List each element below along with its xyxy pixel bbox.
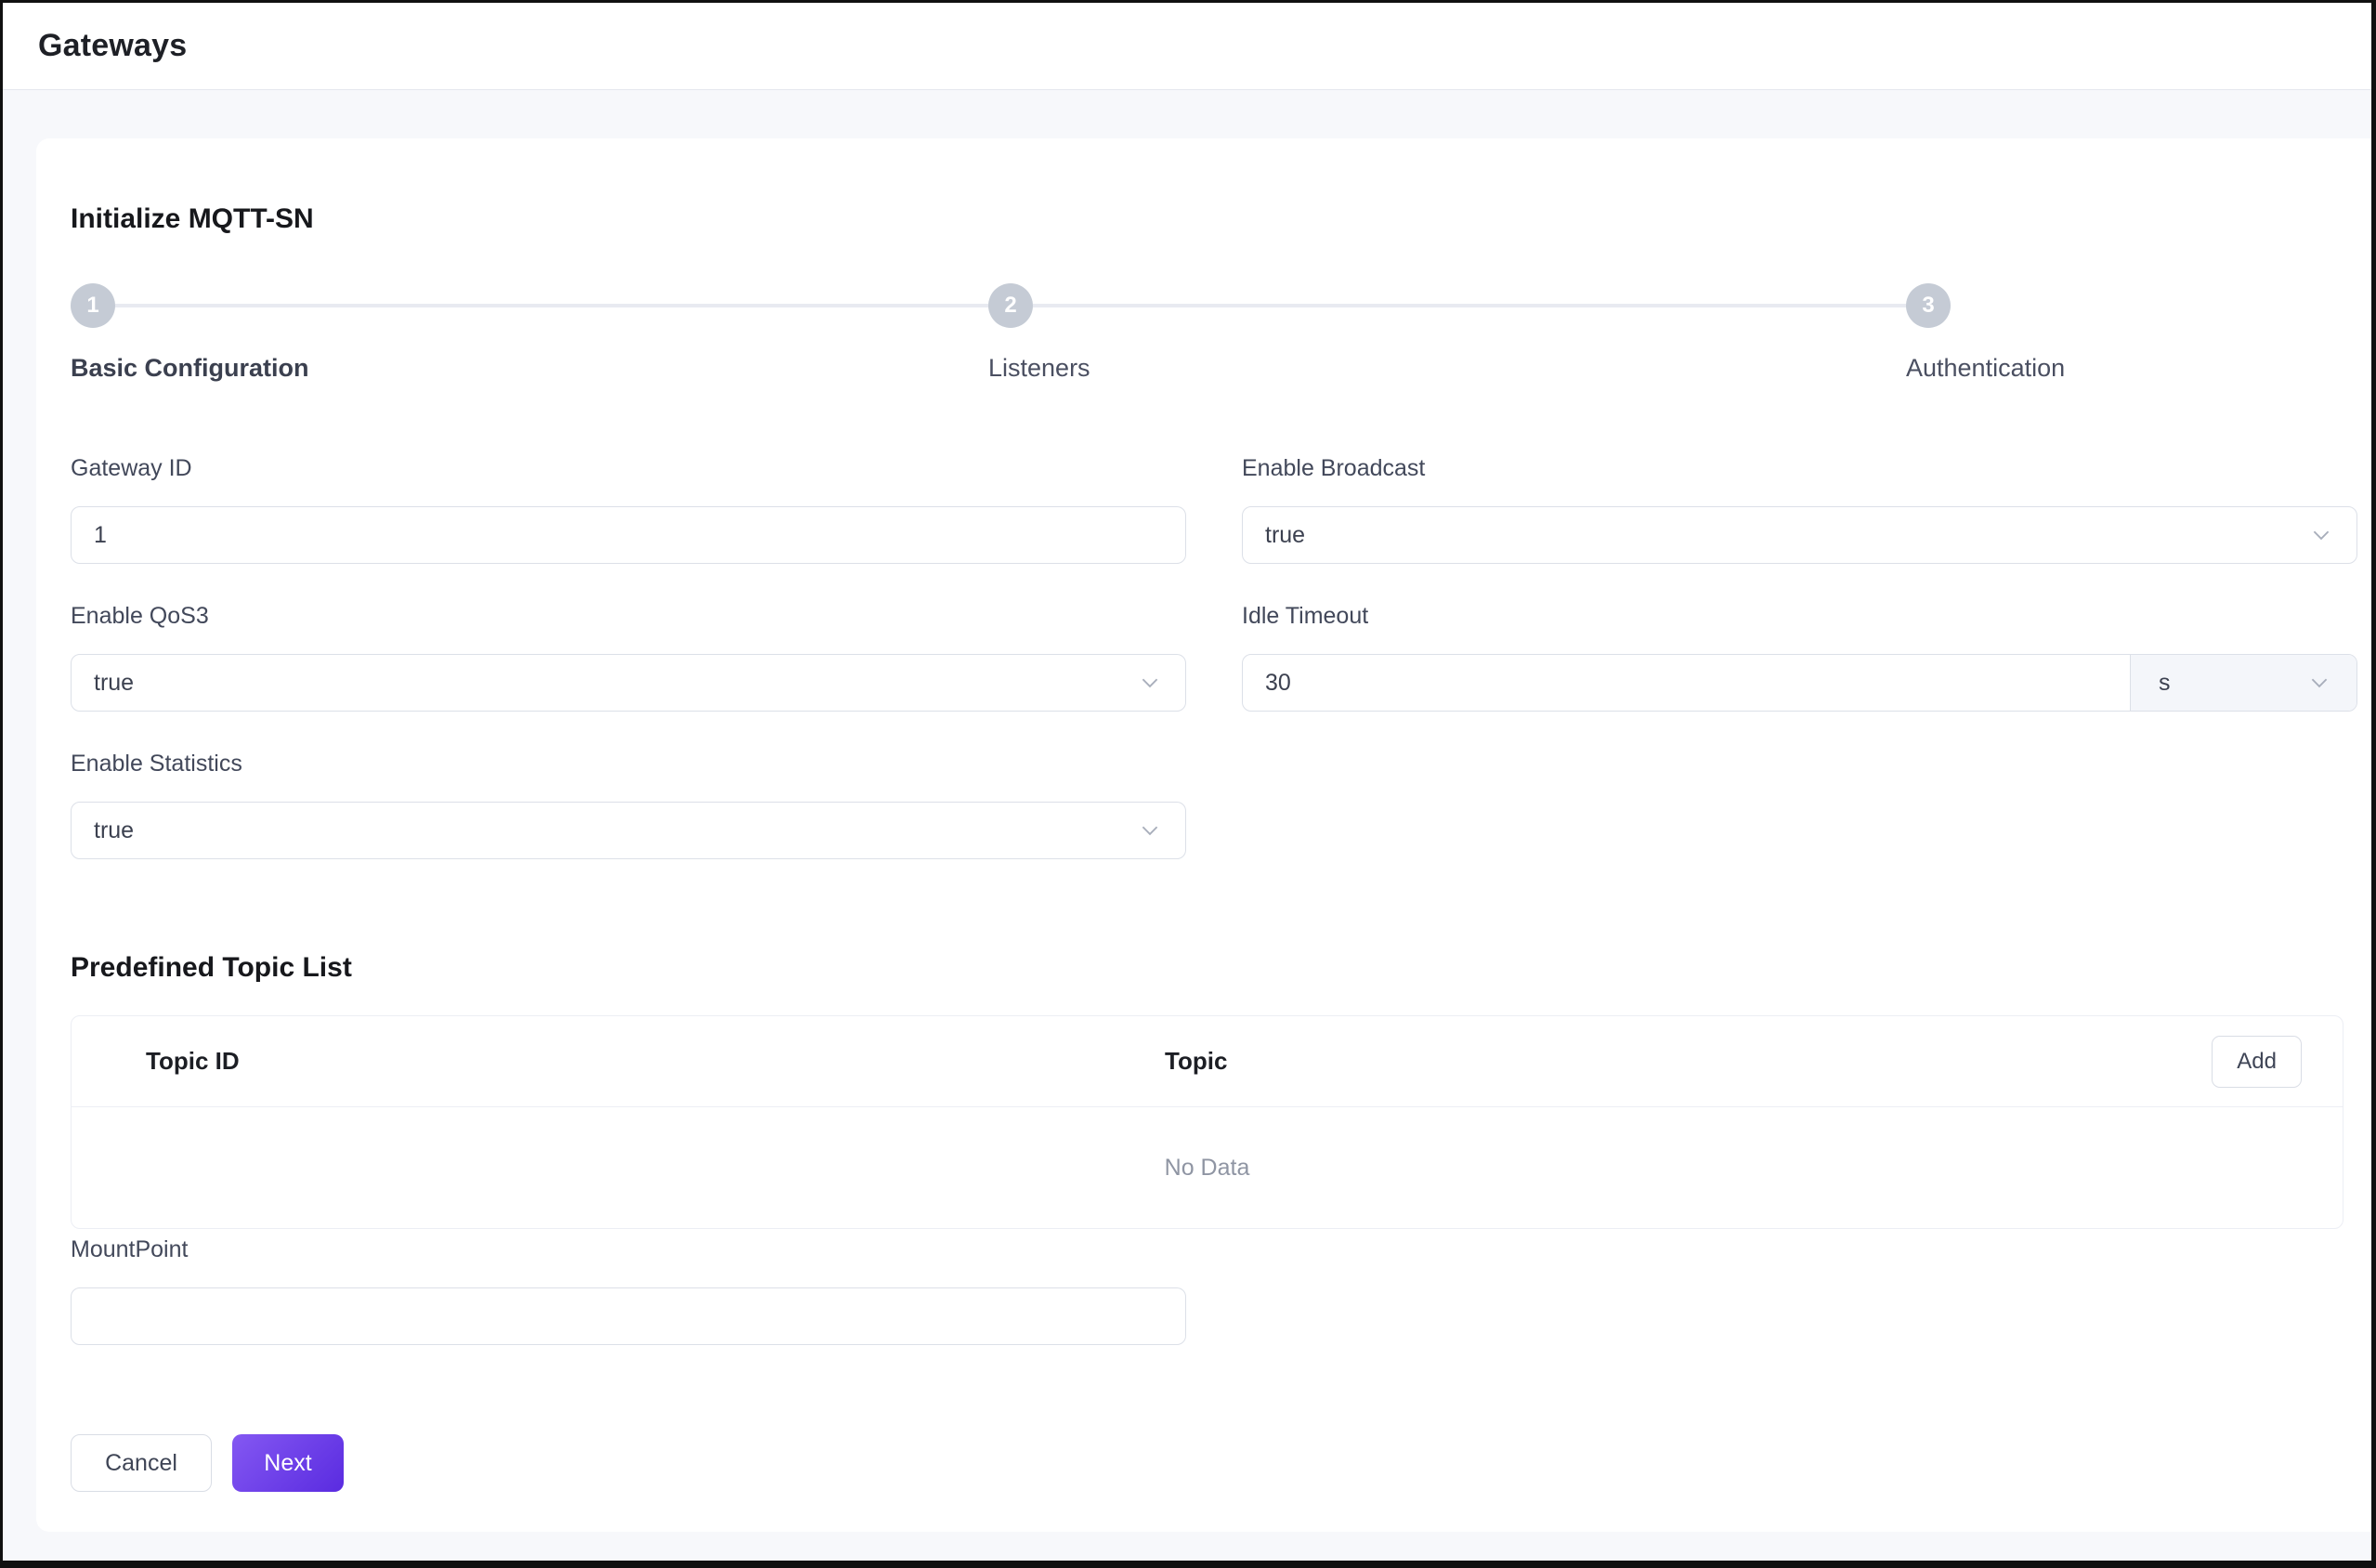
step-authentication: 3 Authentication — [1906, 283, 2357, 383]
idle-timeout-control: s — [1242, 654, 2357, 712]
cancel-button[interactable]: Cancel — [71, 1434, 212, 1492]
chevron-down-icon — [1137, 670, 1163, 696]
enable-qos3-select[interactable]: true — [71, 654, 1186, 712]
basic-config-form: Gateway ID Enable Broadcast true — [71, 455, 2357, 898]
idle-timeout-input-wrap — [1243, 655, 2130, 711]
add-topic-button[interactable]: Add — [2212, 1036, 2302, 1088]
page-title: Gateways — [38, 28, 187, 64]
enable-qos3-label: Enable QoS3 — [71, 603, 1186, 630]
step-2-label: Listeners — [988, 354, 1906, 383]
mountpoint-label: MountPoint — [71, 1236, 1186, 1263]
mountpoint-input-wrap — [71, 1287, 1186, 1345]
enable-broadcast-label: Enable Broadcast — [1242, 455, 2357, 482]
page-header: Gateways — [3, 3, 2371, 90]
step-listeners: 2 Listeners — [988, 283, 1906, 383]
idle-timeout-unit-select[interactable]: s — [2130, 655, 2356, 711]
idle-timeout-label: Idle Timeout — [1242, 603, 2357, 630]
gateway-id-field: Gateway ID — [71, 455, 1186, 564]
idle-timeout-input[interactable] — [1265, 655, 2108, 711]
enable-broadcast-value: true — [1265, 522, 1305, 549]
enable-broadcast-select[interactable]: true — [1242, 506, 2357, 564]
chevron-down-icon — [2306, 670, 2332, 696]
column-header-topic: Topic — [1165, 1047, 2212, 1076]
enable-qos3-value: true — [94, 670, 134, 697]
next-button[interactable]: Next — [232, 1434, 344, 1492]
stepper: 1 Basic Configuration 2 Listeners 3 — [71, 283, 2357, 383]
wizard-actions: Cancel Next — [71, 1434, 2357, 1492]
step-2-circle: 2 — [988, 283, 1033, 328]
topic-table-header: Topic ID Topic Add — [72, 1016, 2343, 1107]
enable-broadcast-field: Enable Broadcast true — [1242, 455, 2357, 564]
step-1-circle: 1 — [71, 283, 115, 328]
step-3-label: Authentication — [1906, 354, 2357, 383]
step-connector-line — [1033, 304, 1906, 307]
enable-statistics-value: true — [94, 817, 134, 844]
mountpoint-input[interactable] — [94, 1288, 1163, 1344]
predefined-topic-table: Topic ID Topic Add No Data — [71, 1015, 2343, 1229]
step-basic-configuration: 1 Basic Configuration — [71, 283, 988, 383]
wizard-card: Initialize MQTT-SN 1 Basic Configuration… — [36, 138, 2371, 1532]
gateway-id-input[interactable] — [94, 507, 1163, 563]
step-1-label: Basic Configuration — [71, 354, 988, 383]
enable-statistics-label: Enable Statistics — [71, 751, 1186, 777]
enable-statistics-field: Enable Statistics true — [71, 751, 1186, 859]
topic-table-body: No Data — [72, 1107, 2343, 1228]
gateway-id-input-wrap — [71, 506, 1186, 564]
chevron-down-icon — [2308, 522, 2334, 548]
idle-timeout-unit-value: s — [2159, 670, 2171, 697]
chevron-down-icon — [1137, 817, 1163, 843]
predefined-topic-list-title: Predefined Topic List — [71, 952, 2357, 984]
form-grid-spacer — [1242, 751, 2357, 898]
step-connector-line — [115, 304, 988, 307]
idle-timeout-field: Idle Timeout s — [1242, 603, 2357, 712]
app-window: Gateways Initialize MQTT-SN 1 Basic Conf… — [0, 0, 2376, 1568]
enable-statistics-select[interactable]: true — [71, 802, 1186, 859]
no-data-text: No Data — [1165, 1155, 1250, 1182]
gateway-id-label: Gateway ID — [71, 455, 1186, 482]
enable-qos3-field: Enable QoS3 true — [71, 603, 1186, 712]
mountpoint-field: MountPoint — [71, 1236, 1186, 1345]
step-3-circle: 3 — [1906, 283, 1951, 328]
page-body: Initialize MQTT-SN 1 Basic Configuration… — [3, 90, 2371, 1561]
column-header-topic-id: Topic ID — [146, 1047, 1165, 1076]
wizard-title: Initialize MQTT-SN — [71, 203, 2357, 235]
